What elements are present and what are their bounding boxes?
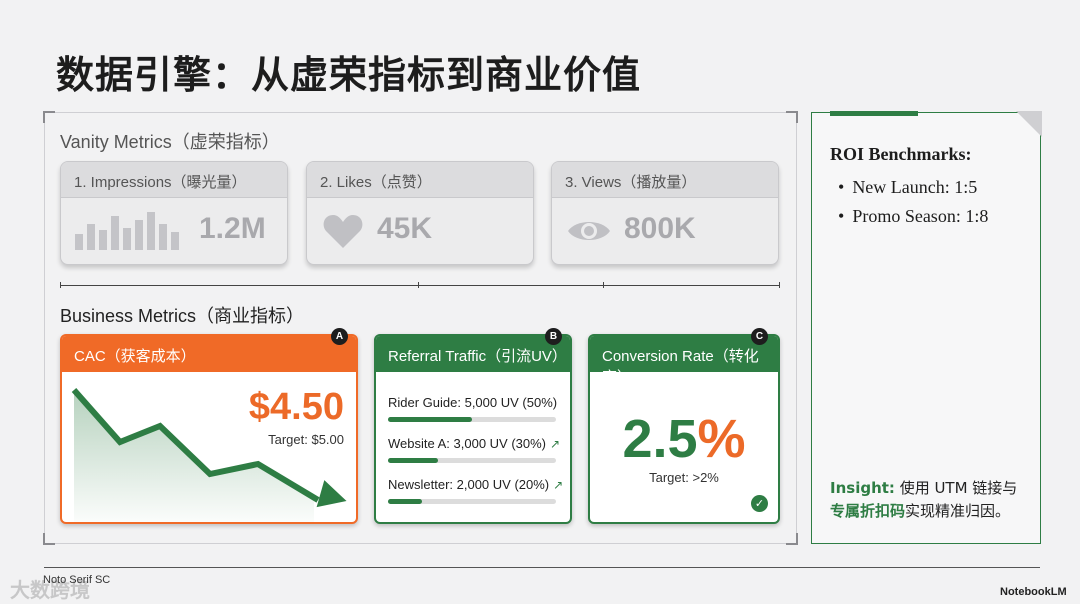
vanity-card-label: 3. Views（播放量） [552, 162, 778, 198]
roi-item: Promo Season: 1:8 [838, 206, 988, 227]
business-metrics-label: Business Metrics（商业指标） [60, 306, 305, 326]
conversion-value-number: 2.5 [622, 409, 698, 469]
conversion-value-unit: % [697, 409, 746, 469]
marker-c: C [751, 328, 768, 345]
roi-accent-bar [830, 111, 918, 116]
insight-text: Insight: 使用 UTM 链接与专属折扣码实现精准归因。 [830, 477, 1035, 523]
marker-b: B [545, 328, 562, 345]
referral-row-text: Newsletter: 2,000 UV (20%) [388, 477, 550, 492]
footer-brand: NotebookLM [1000, 586, 1067, 598]
eye-icon [568, 222, 610, 240]
referral-card-label: Referral Traffic（引流UV） [376, 336, 570, 372]
frame-corner [786, 533, 798, 545]
vanity-card-likes: 2. Likes（点赞） 45K [306, 161, 534, 265]
roi-item: New Launch: 1:5 [838, 177, 988, 198]
trend-up-icon: ↗ [550, 437, 561, 451]
cac-value: $4.50 [248, 386, 344, 428]
check-icon: ✓ [751, 495, 768, 512]
frame-corner [43, 533, 55, 545]
roi-corner-fold [1016, 111, 1042, 137]
roi-list: New Launch: 1:5 Promo Season: 1:8 [838, 177, 988, 235]
conversion-card-label: Conversion Rate（转化率） [590, 336, 778, 386]
footer-line [44, 567, 1040, 568]
insight-part-2: 实现精准归因。 [905, 502, 1011, 520]
vanity-card-value: 1.2M [199, 212, 266, 245]
divider-tick [779, 282, 780, 288]
referral-bar [388, 458, 556, 463]
trend-up-icon: ↗ [553, 478, 564, 492]
page-title: 数据引擎：从虚荣指标到商业价值 [56, 53, 642, 97]
heart-icon [323, 215, 363, 248]
referral-row-text: Rider Guide: 5,000 UV (50%) [388, 395, 558, 410]
frame-corner [786, 111, 798, 123]
conversion-rate-card: Conversion Rate（转化率） 2.5% Target: >2% ✓ [588, 334, 780, 524]
divider-tick [60, 282, 61, 288]
conversion-target: Target: >2% [649, 470, 719, 485]
referral-row: Newsletter: 2,000 UV (20%) ↗ [388, 474, 564, 504]
referral-row: Rider Guide: 5,000 UV (50%) [388, 392, 560, 422]
referral-bar-fill [388, 458, 439, 463]
insight-label: Insight: [830, 479, 895, 497]
divider-tick [418, 282, 419, 288]
referral-bar-fill [388, 499, 422, 504]
referral-bar [388, 499, 556, 504]
referral-bar [388, 417, 556, 422]
marker-a: A [331, 328, 348, 345]
divider-tick [603, 282, 604, 288]
vanity-card-value: 45K [377, 212, 433, 245]
referral-bar-fill [388, 417, 472, 422]
vanity-card-label: 2. Likes（点赞） [307, 162, 533, 198]
referral-row-text: Website A: 3,000 UV (30%) [388, 436, 547, 451]
cac-target: Target: $5.00 [268, 432, 344, 447]
cac-card: CAC（获客成本） $4.50 Target: $5.00 [60, 334, 358, 524]
vanity-card-label: 1. Impressions（曝光量） [61, 162, 287, 198]
trend-down-arrow-icon [316, 480, 347, 508]
cac-card-label: CAC（获客成本） [62, 336, 356, 372]
vanity-metrics-label: Vanity Metrics（虚荣指标） [60, 132, 280, 152]
vanity-card-impressions: 1. Impressions（曝光量） 1.2M [60, 161, 288, 265]
roi-title: ROI Benchmarks: [830, 144, 972, 164]
roi-panel: ROI Benchmarks: New Launch: 1:5 Promo Se… [811, 111, 1042, 544]
insight-part-1: 使用 UTM 链接与 [894, 479, 1018, 497]
frame-corner [43, 111, 55, 123]
bar-chart-icon [75, 212, 179, 250]
vanity-card-value: 800K [624, 212, 696, 245]
referral-row: Website A: 3,000 UV (30%) ↗ [388, 433, 560, 463]
referral-traffic-card: Referral Traffic（引流UV） Rider Guide: 5,00… [374, 334, 572, 524]
section-divider [60, 285, 780, 286]
conversion-value: 2.5% [590, 408, 778, 470]
vanity-card-views: 3. Views（播放量） 800K [551, 161, 779, 265]
footer-font-note: Noto Serif SC [43, 574, 111, 586]
insight-highlight: 专属折扣码 [830, 502, 906, 520]
